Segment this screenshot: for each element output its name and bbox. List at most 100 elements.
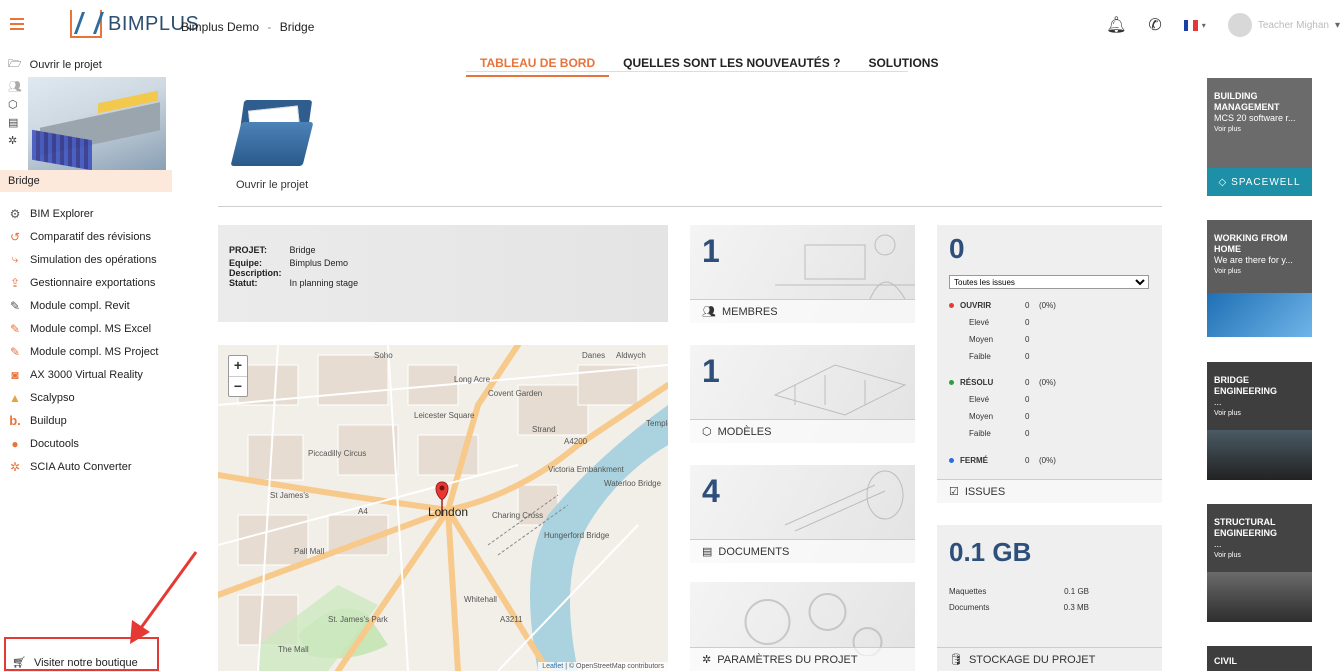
storage-docs-label: Documents bbox=[949, 603, 990, 612]
project-value: Bridge bbox=[289, 245, 316, 255]
open-project-link[interactable]: 🗁︎ Ouvrir le projet bbox=[8, 55, 102, 74]
sidebar-item[interactable]: ▲ Scalypso bbox=[8, 386, 158, 409]
sidebar-item[interactable]: ✎ Module compl. Revit bbox=[8, 294, 158, 317]
scalypso-icon: ▲ bbox=[9, 390, 21, 405]
visit-shop-link[interactable]: 🛒︎ Visiter notre boutique bbox=[4, 637, 159, 671]
document-icon: ▤ bbox=[702, 546, 713, 558]
sidebar-item[interactable]: ● Docutools bbox=[8, 432, 158, 455]
user-menu[interactable]: Teacher Mighan ▾ bbox=[1227, 13, 1340, 37]
ad-image bbox=[1207, 293, 1312, 337]
project-addon-icon: ✎ bbox=[9, 344, 21, 359]
sidebar-item[interactable]: ✎ Module compl. MS Project bbox=[8, 340, 158, 363]
issues-footer[interactable]: ☑ ISSUES bbox=[937, 479, 1162, 503]
gear-icon[interactable]: ✲ bbox=[8, 134, 22, 147]
osm-attribution: | © OpenStreetMap contributors bbox=[563, 663, 664, 670]
vr-icon: ◙ bbox=[11, 367, 19, 382]
map-label-danes: Danes bbox=[582, 351, 606, 360]
medium-label: Moyen bbox=[969, 335, 994, 344]
sidebar-item[interactable]: ↺ Comparatif des révisions bbox=[8, 225, 158, 248]
description-key: Description: bbox=[229, 268, 282, 278]
members-illustration bbox=[775, 234, 915, 299]
open-project-folder-icon[interactable] bbox=[230, 100, 314, 166]
members-tile[interactable]: 1 👥︎ MEMBRES bbox=[690, 225, 915, 323]
open-percent: (0%) bbox=[1039, 301, 1056, 310]
sidebar-item[interactable]: ⤷ Simulation des opérations bbox=[8, 248, 158, 271]
ad-more-link[interactable]: Voir plus bbox=[1207, 550, 1312, 561]
french-flag-icon bbox=[1183, 19, 1198, 31]
open-project-tile-label[interactable]: Ouvrir le projet bbox=[236, 179, 308, 191]
sidebar-item[interactable]: ⇪ Gestionnaire exportations bbox=[8, 271, 158, 294]
support-phone-icon[interactable]: ✆ bbox=[1148, 15, 1161, 35]
sidebar: 🗁︎ Ouvrir le projet 👥︎ ⬡ ▤ ✲ Bridge ⚙ BIM… bbox=[0, 52, 198, 671]
current-project-row[interactable]: Bridge bbox=[0, 170, 172, 192]
map-label-strand: Strand bbox=[532, 425, 556, 434]
sidebar-item[interactable]: ✎ Module compl. MS Excel bbox=[8, 317, 158, 340]
project-settings-tile[interactable]: ✲ PARAMÈTRES DU PROJET bbox=[690, 582, 915, 671]
closed-value: 0 bbox=[1025, 456, 1030, 465]
section-divider bbox=[218, 206, 1162, 207]
storage-panel[interactable]: 0.1 GB Maquettes 0.1 GB Documents 0.3 MB 🛢… bbox=[937, 525, 1162, 671]
hamburger-menu-icon[interactable] bbox=[10, 18, 24, 30]
issues-closed-row[interactable]: FERMÉ 0 (0%) bbox=[949, 456, 1056, 465]
project-location-map[interactable]: + − Soho Covent Garden Leicester Square … bbox=[218, 345, 668, 671]
scia-icon: ✲ bbox=[9, 459, 21, 474]
ad-building-management[interactable]: BUILDING MANAGEMENT MCS 20 software r...… bbox=[1207, 78, 1312, 196]
ad-working-from-home[interactable]: WORKING FROM HOME We are there for y... … bbox=[1207, 220, 1312, 337]
leaflet-link[interactable]: Leaflet bbox=[542, 663, 563, 670]
ad-more-link[interactable]: Voir plus bbox=[1207, 266, 1312, 277]
open-label: OUVRIR bbox=[960, 301, 992, 310]
bimplus-logo[interactable]: BIMPLUS bbox=[70, 10, 199, 38]
map-label-a4200: A4200 bbox=[564, 437, 588, 446]
members-label: MEMBRES bbox=[721, 305, 778, 318]
breadcrumb: Bimplus Demo - Bridge bbox=[181, 20, 314, 34]
storage-footer: 🛢︎ STOCKAGE DU PROJET bbox=[937, 647, 1162, 671]
low-label: Faible bbox=[969, 352, 991, 361]
ad-structural-engineering[interactable]: STRUCTURAL ENGINEERING ... Voir plus bbox=[1207, 504, 1312, 622]
models-tile[interactable]: 1 ⬡ MODÈLES bbox=[690, 345, 915, 443]
notification-bell-icon[interactable]: 🔔︎ bbox=[1106, 15, 1126, 35]
ad-bridge-engineering[interactable]: BRIDGE ENGINEERING ... Voir plus bbox=[1207, 362, 1312, 480]
documents-tile[interactable]: 4 ▤ DOCUMENTS bbox=[690, 465, 915, 563]
issues-resolved-row[interactable]: RÉSOLU 0 (0%) bbox=[949, 378, 1056, 387]
sidebar-item[interactable]: ⚙ BIM Explorer bbox=[8, 202, 158, 225]
tab-divider bbox=[466, 71, 908, 72]
resolved-high-value: 0 bbox=[1025, 395, 1030, 404]
members-icon[interactable]: 👥︎ bbox=[8, 80, 22, 93]
project-thumbnail[interactable] bbox=[28, 77, 166, 170]
open-value: 0 bbox=[1025, 301, 1030, 310]
top-bar: BIMPLUS Bimplus Demo - Bridge 🔔︎ ✆ ▾ Tea… bbox=[0, 0, 1344, 52]
sidebar-item[interactable]: ✲ SCIA Auto Converter bbox=[8, 455, 158, 478]
description-value bbox=[290, 268, 367, 278]
document-icon[interactable]: ▤ bbox=[8, 116, 22, 129]
resolved-percent: (0%) bbox=[1039, 378, 1056, 387]
tab-dashboard[interactable]: TABLEAU DE BORD bbox=[466, 52, 610, 77]
status-key: Statut: bbox=[229, 278, 258, 288]
issues-open-row[interactable]: OUVRIR 0 (0%) bbox=[949, 301, 1056, 310]
models-label: MODÈLES bbox=[717, 425, 772, 438]
simulation-icon: ⤷ bbox=[11, 252, 19, 266]
avatar bbox=[1227, 13, 1252, 37]
ad-civil[interactable]: CIVIL bbox=[1207, 646, 1312, 671]
tab-solutions[interactable]: SOLUTIONS bbox=[854, 52, 952, 77]
breadcrumb-project[interactable]: Bimplus Demo bbox=[181, 20, 259, 34]
zoom-out-button[interactable]: − bbox=[229, 376, 247, 396]
tab-whats-new[interactable]: QUELLES SONT LES NOUVEAUTÉS ? bbox=[609, 52, 854, 77]
breadcrumb-model[interactable]: Bridge bbox=[280, 20, 315, 34]
language-selector[interactable]: ▾ bbox=[1183, 19, 1206, 31]
map-label-a3211: A3211 bbox=[500, 615, 523, 624]
sidebar-item-label: SCIA Auto Converter bbox=[30, 460, 132, 473]
ad-more-link[interactable]: Voir plus bbox=[1207, 124, 1312, 135]
folder-icon: 🗁︎ bbox=[8, 58, 22, 70]
storage-docs-value: 0.3 MB bbox=[1063, 603, 1089, 612]
resolved-status-dot bbox=[949, 380, 954, 386]
cube-icon[interactable]: ⬡ bbox=[8, 98, 22, 111]
issues-open-medium: Moyen 0 bbox=[949, 335, 1029, 344]
ad-more-link[interactable]: Voir plus bbox=[1207, 408, 1312, 419]
sidebar-item[interactable]: ◙ AX 3000 Virtual Reality bbox=[8, 363, 158, 386]
zoom-in-button[interactable]: + bbox=[229, 356, 247, 376]
resolved-label: RÉSOLU bbox=[960, 378, 994, 387]
sidebar-item[interactable]: b. Buildup bbox=[8, 409, 158, 432]
ad-title: STRUCTURAL ENGINEERING bbox=[1214, 517, 1278, 538]
docutools-icon: ● bbox=[11, 436, 19, 451]
issues-filter-select[interactable]: Toutes les issues bbox=[949, 275, 1149, 289]
